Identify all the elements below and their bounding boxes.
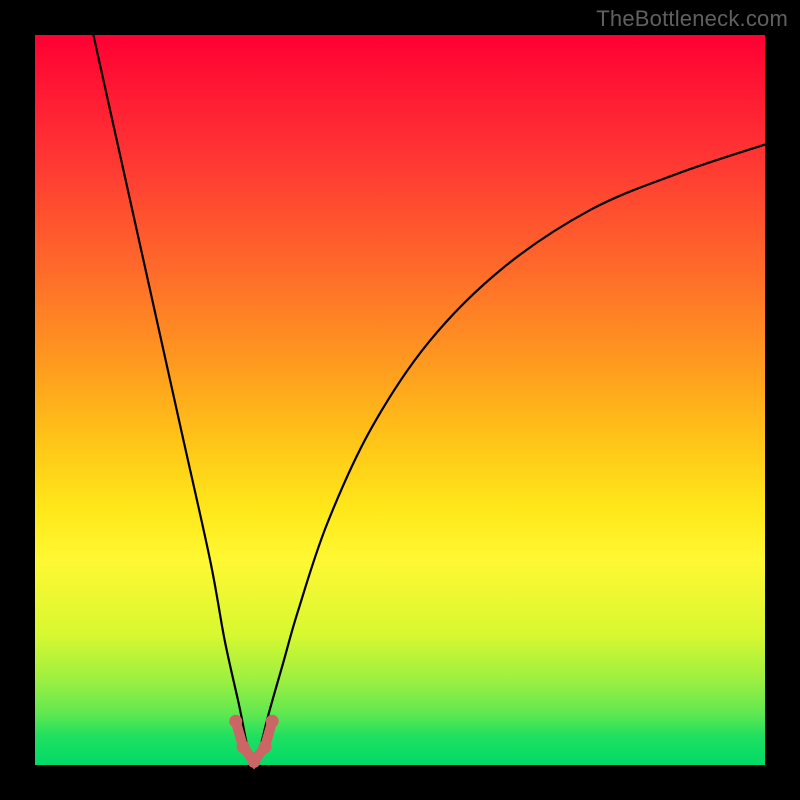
valley-marker-dot: [248, 755, 261, 768]
chart-stage: TheBottleneck.com: [0, 0, 800, 800]
valley-marker-dot: [229, 715, 242, 728]
valley-marker-dot: [266, 715, 279, 728]
valley-marker-dot: [258, 740, 271, 753]
curve-left-branch: [93, 35, 254, 765]
curve-right-branch: [254, 145, 765, 766]
plot-area: [35, 35, 765, 765]
watermark-text: TheBottleneck.com: [596, 6, 788, 32]
curve-layer: [35, 35, 765, 765]
valley-marker-dot: [237, 740, 250, 753]
